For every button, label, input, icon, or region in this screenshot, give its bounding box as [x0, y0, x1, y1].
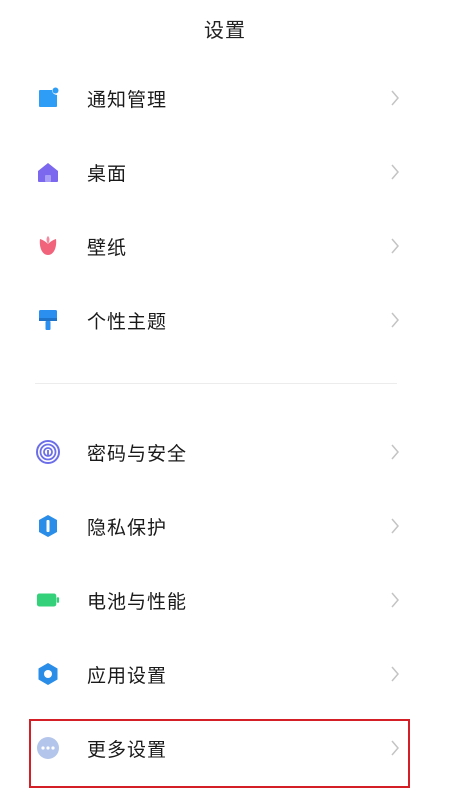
settings-item-password-security[interactable]: 密码与安全: [0, 415, 450, 489]
settings-group-personalization: 通知管理 桌面 壁纸 个性主题: [0, 61, 450, 357]
chevron-right-icon: [391, 164, 399, 180]
settings-item-label: 电池与性能: [87, 590, 188, 613]
settings-item-label: 桌面: [87, 162, 128, 185]
privacy-icon: [36, 514, 60, 538]
settings-item-label: 隐私保护: [87, 516, 168, 539]
battery-icon: [36, 588, 60, 612]
chevron-right-icon: [391, 238, 399, 254]
settings-item-notifications[interactable]: 通知管理: [0, 61, 450, 135]
settings-item-themes[interactable]: 个性主题: [0, 283, 450, 357]
settings-item-label: 个性主题: [87, 310, 168, 333]
settings-item-battery-performance[interactable]: 电池与性能: [0, 563, 450, 637]
settings-item-label: 应用设置: [87, 664, 168, 687]
chevron-right-icon: [391, 518, 399, 534]
settings-item-wallpaper[interactable]: 壁纸: [0, 209, 450, 283]
brush-icon: [36, 308, 60, 332]
chevron-right-icon: [391, 90, 399, 106]
settings-item-label: 通知管理: [87, 88, 168, 111]
highlight-box: [29, 719, 410, 788]
settings-item-app-settings[interactable]: 应用设置: [0, 637, 450, 711]
settings-item-label: 壁纸: [87, 236, 128, 259]
chevron-right-icon: [391, 592, 399, 608]
section-divider: [35, 383, 397, 384]
settings-item-label: 密码与安全: [87, 442, 188, 465]
chevron-right-icon: [391, 312, 399, 328]
tulip-icon: [36, 234, 60, 258]
chevron-right-icon: [391, 444, 399, 460]
fingerprint-icon: [36, 440, 60, 464]
settings-screen: 设置 通知管理 桌面 壁纸 个性主题 密码与安全 隐私保护 电池与性能 应用设置…: [0, 0, 450, 800]
chevron-right-icon: [391, 666, 399, 682]
settings-item-privacy[interactable]: 隐私保护: [0, 489, 450, 563]
notification-icon: [36, 86, 60, 110]
settings-item-desktop[interactable]: 桌面: [0, 135, 450, 209]
gear-icon: [36, 662, 60, 686]
home-icon: [36, 160, 60, 184]
page-title: 设置: [204, 18, 246, 42]
